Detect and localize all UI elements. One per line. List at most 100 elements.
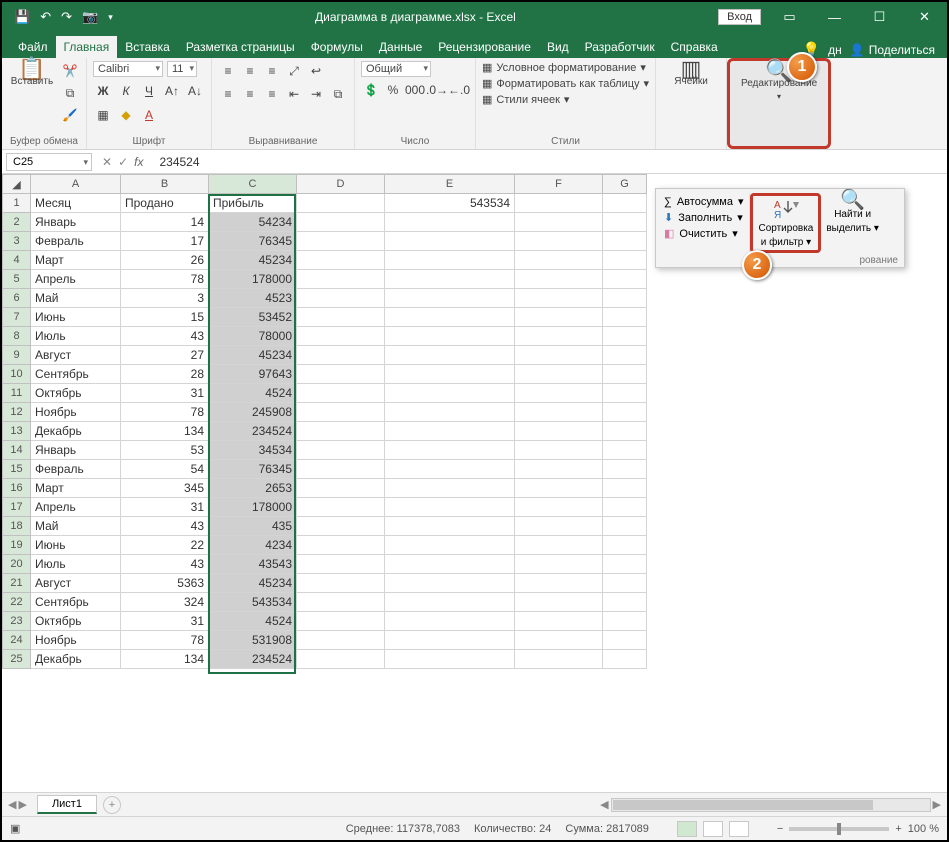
row-header[interactable]: 11 [3,384,31,403]
cell[interactable] [297,631,385,650]
row-header[interactable]: 25 [3,650,31,669]
cell[interactable]: 54234 [209,213,297,232]
cell[interactable]: 31 [121,384,209,403]
cell[interactable]: 53 [121,441,209,460]
cell[interactable]: 4234 [209,536,297,555]
minimize-button[interactable]: — [812,2,857,32]
row-header[interactable]: 17 [3,498,31,517]
cell[interactable]: Май [31,289,121,308]
cell[interactable] [603,517,647,536]
row-header[interactable]: 8 [3,327,31,346]
cell[interactable]: 31 [121,612,209,631]
row-header[interactable]: 23 [3,612,31,631]
conditional-formatting-button[interactable]: ▦Условное форматирование ▾ [482,61,649,74]
cell[interactable] [297,403,385,422]
close-button[interactable]: ✕ [902,2,947,32]
share-button[interactable]: 👤 Поделиться [850,43,935,57]
align-right-icon[interactable]: ≡ [262,84,282,104]
col-G[interactable]: G [603,175,647,194]
cell[interactable]: 76345 [209,232,297,251]
cell[interactable] [385,460,515,479]
align-top-icon[interactable]: ≡ [218,61,238,81]
row-header[interactable]: 6 [3,289,31,308]
hscroll-left-icon[interactable]: ◀ [600,798,608,811]
cell[interactable] [297,327,385,346]
tab-page-layout[interactable]: Разметка страницы [178,36,303,58]
cell[interactable] [297,593,385,612]
cell[interactable] [515,251,603,270]
row-header[interactable]: 18 [3,517,31,536]
cell[interactable]: Октябрь [31,384,121,403]
cut-icon[interactable]: ✂️ [60,61,80,81]
cell[interactable] [603,612,647,631]
tab-help[interactable]: Справка [663,36,726,58]
cell[interactable] [515,289,603,308]
cell[interactable] [385,346,515,365]
cell[interactable] [385,498,515,517]
cell[interactable] [385,270,515,289]
cell[interactable] [297,498,385,517]
cell[interactable] [385,593,515,612]
cell[interactable] [515,213,603,232]
cell[interactable]: Декабрь [31,422,121,441]
wrap-text-icon[interactable]: ↩ [306,61,326,81]
cell[interactable] [385,384,515,403]
cell[interactable]: 4523 [209,289,297,308]
row-header[interactable]: 12 [3,403,31,422]
cell[interactable]: Декабрь [31,650,121,669]
cell[interactable] [515,384,603,403]
view-page-break-icon[interactable] [729,821,749,837]
ribbon-options-icon[interactable]: ▭ [767,2,812,32]
cell[interactable] [297,479,385,498]
cell[interactable] [603,441,647,460]
row-header[interactable]: 14 [3,441,31,460]
sheet-tab[interactable]: Лист1 [37,795,97,814]
cell[interactable] [603,631,647,650]
sort-filter-button[interactable]: АЯ Сортировка и фильтр ▾ [750,193,821,253]
cell[interactable]: Прибыль [209,194,297,213]
zoom-level[interactable]: 100 % [908,823,939,835]
row-header[interactable]: 22 [3,593,31,612]
cell[interactable] [515,536,603,555]
row-header[interactable]: 21 [3,574,31,593]
select-all-corner[interactable]: ◢ [3,175,31,194]
new-sheet-button[interactable]: + [103,796,121,814]
cell[interactable]: 78 [121,270,209,289]
cell[interactable]: 78 [121,631,209,650]
cell[interactable] [603,213,647,232]
cell[interactable] [297,650,385,669]
autosum-button[interactable]: ∑Автосумма ▾ [664,195,743,208]
cell[interactable]: 45234 [209,346,297,365]
cell[interactable]: 3 [121,289,209,308]
cell[interactable] [515,232,603,251]
cell[interactable] [603,555,647,574]
decrease-font-icon[interactable]: A↓ [185,81,205,101]
cell[interactable]: Июль [31,555,121,574]
cell[interactable]: 2653 [209,479,297,498]
cell[interactable]: 34534 [209,441,297,460]
cell[interactable]: 27 [121,346,209,365]
indent-dec-icon[interactable]: ⇤ [284,84,304,104]
cell[interactable] [297,213,385,232]
cell[interactable] [603,403,647,422]
cell[interactable]: 22 [121,536,209,555]
cell[interactable] [603,270,647,289]
cell[interactable] [385,308,515,327]
cell[interactable]: 531908 [209,631,297,650]
tab-view[interactable]: Вид [539,36,577,58]
cell[interactable]: Август [31,346,121,365]
cell[interactable] [385,536,515,555]
cell[interactable] [603,327,647,346]
cell[interactable]: 435 [209,517,297,536]
cell[interactable]: Июль [31,327,121,346]
cell[interactable] [515,555,603,574]
cell[interactable] [603,232,647,251]
cell[interactable]: 324 [121,593,209,612]
cell[interactable]: 245908 [209,403,297,422]
cell[interactable]: 543534 [209,593,297,612]
cell[interactable]: 134 [121,422,209,441]
view-normal-icon[interactable] [677,821,697,837]
cell[interactable] [515,460,603,479]
cell[interactable] [297,365,385,384]
fill-color-icon[interactable]: ◆ [116,105,136,125]
